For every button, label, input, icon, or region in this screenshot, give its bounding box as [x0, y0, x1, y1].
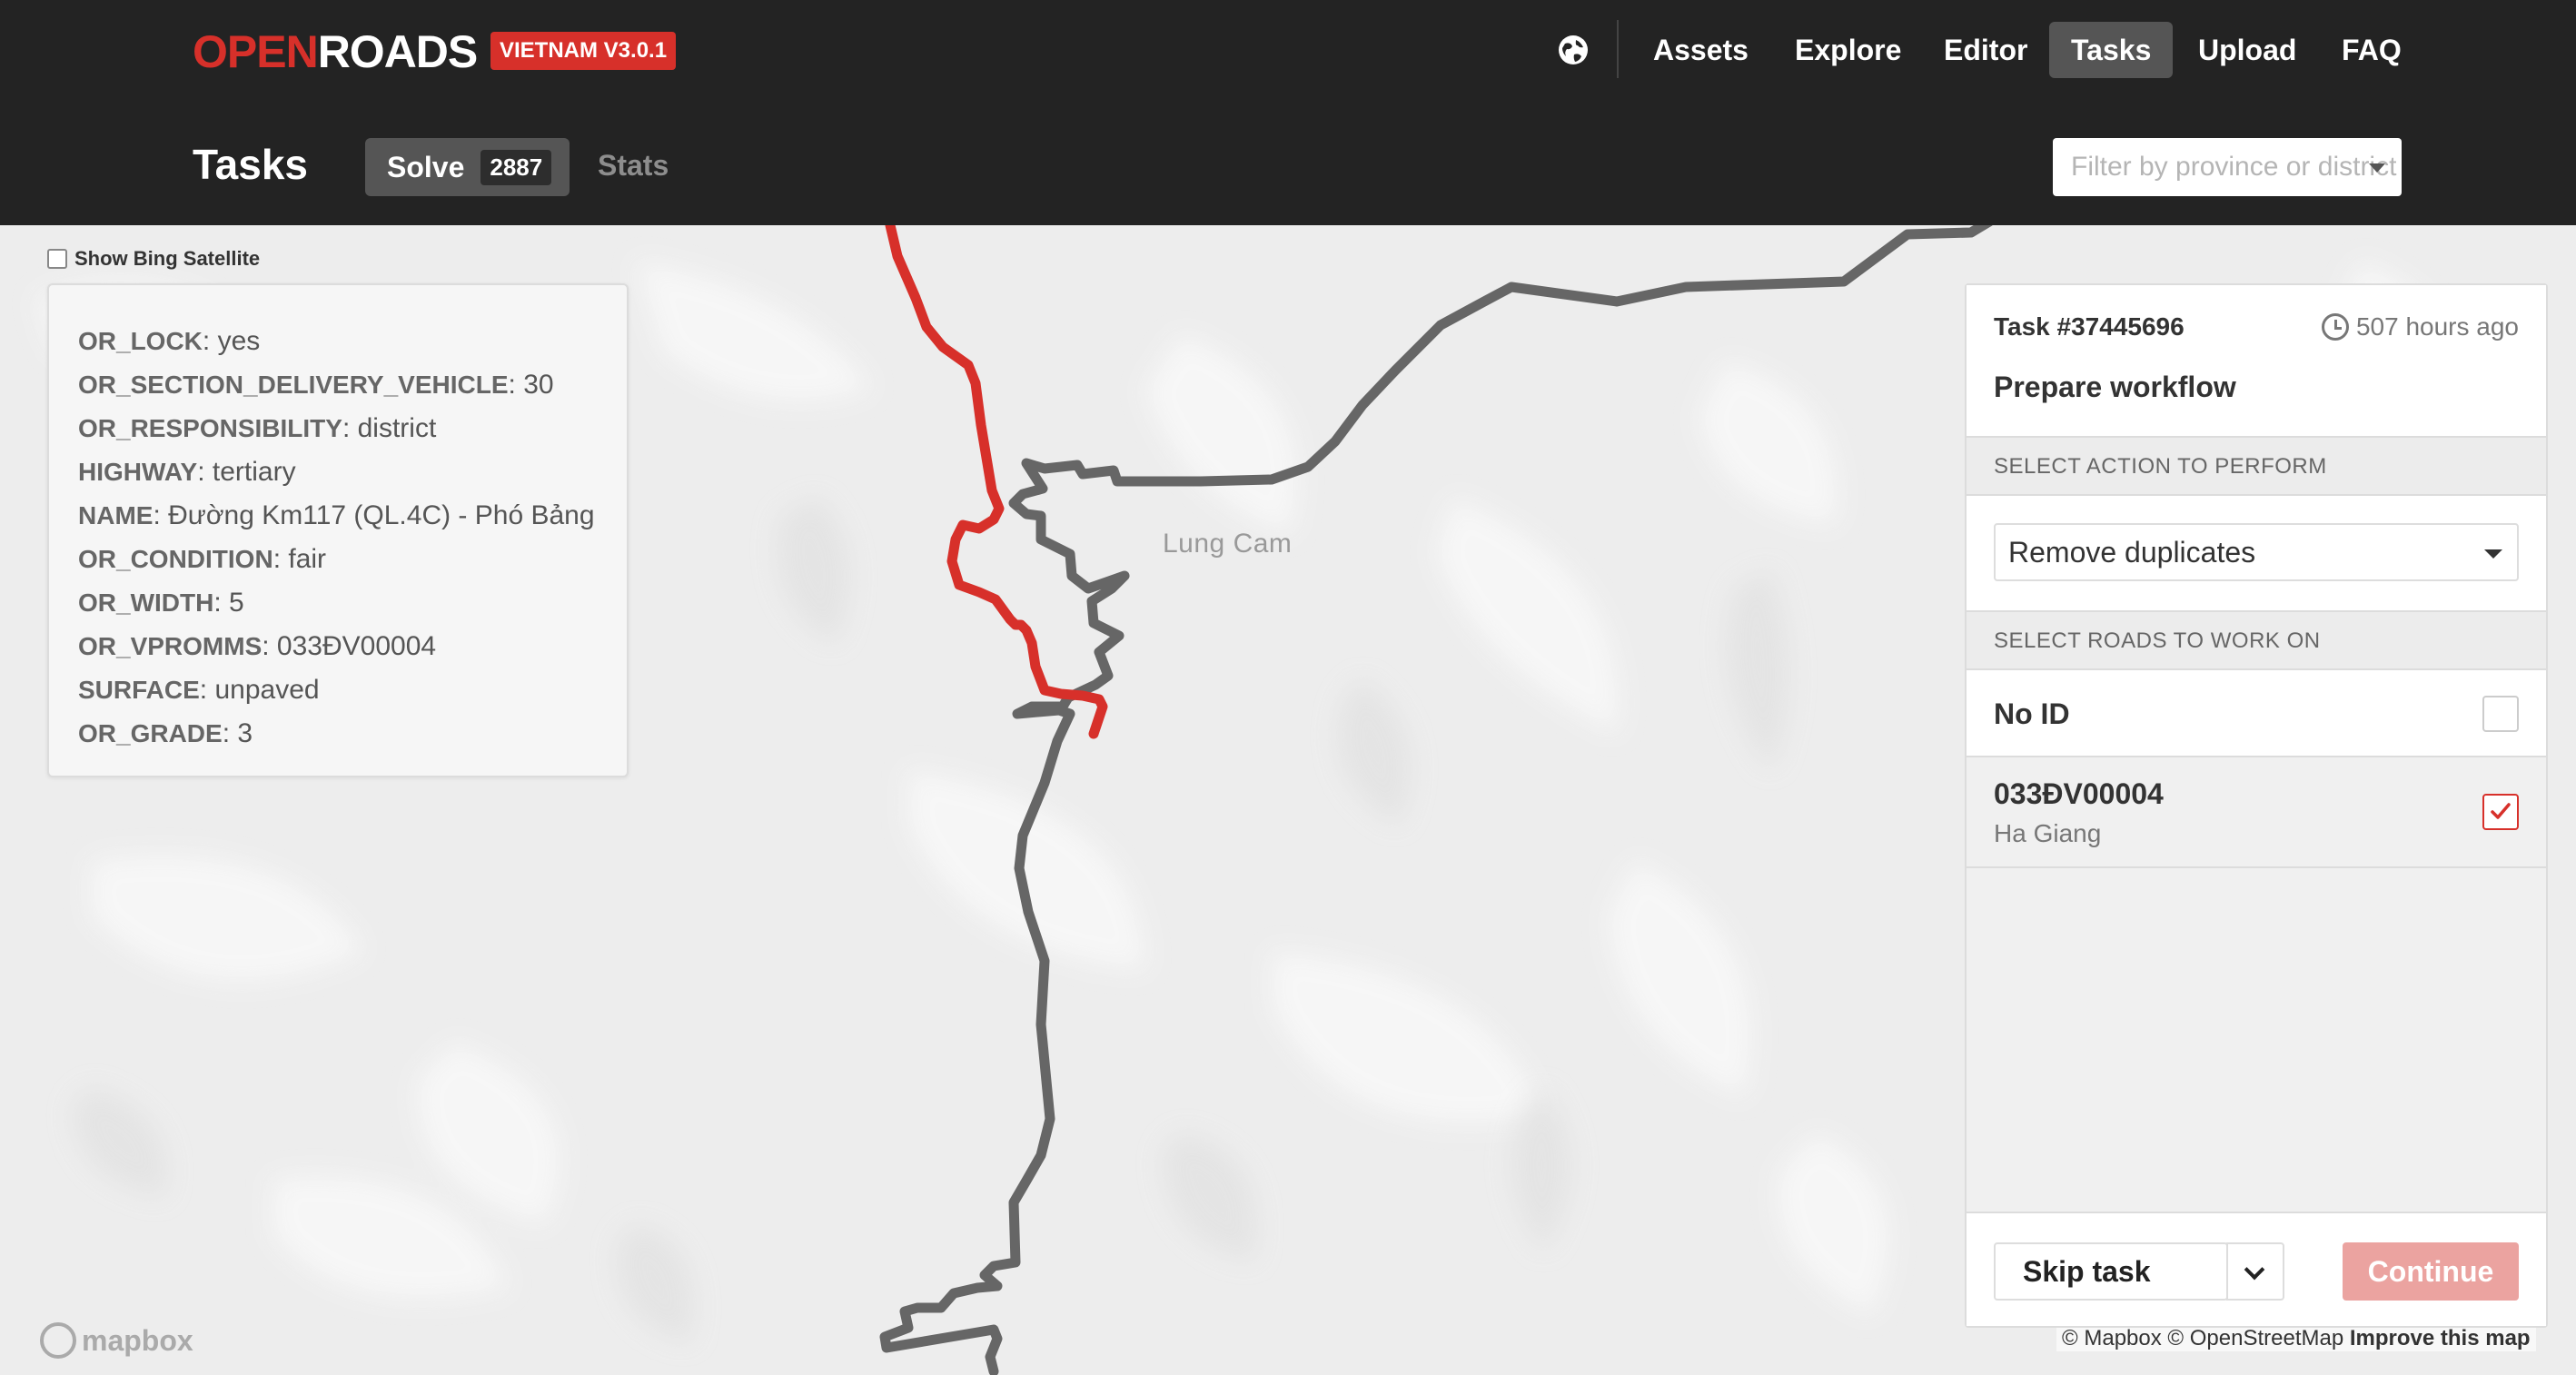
property-row: NAME: Đường Km117 (QL.4C) - Phó Bảng: [78, 500, 595, 530]
property-value: 3: [237, 718, 253, 748]
property-key: OR_VPROMMS: [78, 632, 263, 660]
task-id: Task #37445696: [1994, 312, 2185, 341]
nav-editor[interactable]: Editor: [1922, 22, 2049, 78]
action-select[interactable]: Remove duplicates: [1994, 523, 2519, 581]
skip-options-dropdown[interactable]: [2226, 1242, 2284, 1301]
chevron-down-icon: [2484, 549, 2502, 559]
mapbox-logo-text: mapbox: [82, 1323, 193, 1357]
property-row: HIGHWAY: tertiary: [78, 457, 296, 487]
nav-divider: [1617, 20, 1619, 78]
road-properties-popup: OR_LOCK: yes OR_SECTION_DELIVERY_VEHICLE…: [47, 283, 629, 777]
property-row: OR_LOCK: yes: [78, 326, 261, 356]
road-option-name: No ID: [1994, 697, 2070, 730]
openroads-logo[interactable]: OPEN ROADS: [193, 25, 479, 78]
road-checkbox[interactable]: [2482, 696, 2519, 732]
skip-task-button[interactable]: Skip task: [1994, 1242, 2228, 1301]
property-row: SURFACE: unpaved: [78, 675, 320, 705]
action-area: Remove duplicates: [1967, 496, 2546, 612]
solve-count-badge: 2887: [481, 149, 552, 185]
attribution-text[interactable]: © Mapbox © OpenStreetMap: [2062, 1326, 2343, 1350]
continue-button[interactable]: Continue: [2343, 1242, 2519, 1301]
property-key: OR_SECTION_DELIVERY_VEHICLE: [78, 371, 509, 399]
map-attribution: © Mapbox © OpenStreetMap Improve this ma…: [2056, 1326, 2536, 1351]
place-label: Lung Cam: [1163, 529, 1293, 559]
property-row: OR_SECTION_DELIVERY_VEHICLE: 30: [78, 370, 554, 400]
property-key: OR_WIDTH: [78, 589, 214, 617]
property-value: tertiary: [212, 457, 296, 487]
property-key: OR_CONDITION: [78, 545, 273, 573]
road-option-name: 033ĐV00004: [1994, 777, 2164, 810]
property-key: OR_LOCK: [78, 327, 203, 355]
property-row: OR_VPROMMS: 033ĐV00004: [78, 631, 437, 661]
satellite-toggle-label: Show Bing Satellite: [74, 247, 261, 270]
task-type: Prepare workflow: [1994, 371, 2236, 403]
property-row: OR_RESPONSIBILITY: district: [78, 413, 437, 443]
road-option-033DV00004[interactable]: 033ĐV00004 Ha Giang: [1967, 757, 2546, 868]
property-value: district: [357, 413, 437, 443]
tab-solve[interactable]: Solve 2887: [365, 138, 570, 196]
logo-roads-text: ROADS: [317, 26, 479, 77]
property-row: OR_WIDTH: 5: [78, 588, 244, 618]
page-title: Tasks: [193, 141, 309, 188]
globe-icon[interactable]: [1556, 33, 1590, 67]
task-header: Task #37445696 507 hours ago Prepare wor…: [1967, 285, 2546, 438]
property-row: OR_GRADE: 3: [78, 718, 253, 748]
tab-solve-label: Solve: [387, 150, 465, 183]
nav-assets[interactable]: Assets: [1631, 22, 1770, 78]
property-value: 5: [229, 588, 244, 618]
satellite-toggle[interactable]: Show Bing Satellite: [47, 247, 260, 271]
province-filter-select[interactable]: Filter by province or district: [2053, 138, 2402, 196]
task-age: 507 hours ago: [2321, 312, 2519, 341]
property-value: yes: [217, 326, 261, 356]
property-key: NAME: [78, 501, 154, 529]
tab-stats[interactable]: Stats: [598, 149, 669, 183]
road-checkbox-checked[interactable]: [2482, 794, 2519, 830]
clock-icon: [2321, 313, 2349, 341]
action-section-label: SELECT ACTION TO PERFORM: [1967, 438, 2546, 496]
roads-section-label: SELECT ROADS TO WORK ON: [1967, 612, 2546, 670]
improve-map-link[interactable]: Improve this map: [2350, 1326, 2531, 1350]
satellite-checkbox[interactable]: [47, 249, 67, 269]
nav-faq[interactable]: FAQ: [2320, 22, 2423, 78]
checkmark-icon: [2491, 803, 2511, 819]
task-panel: Task #37445696 507 hours ago Prepare wor…: [1965, 283, 2548, 1328]
property-key: OR_GRADE: [78, 719, 223, 747]
property-key: SURFACE: [78, 676, 200, 704]
nav-explore[interactable]: Explore: [1773, 22, 1923, 78]
task-age-text: 507 hours ago: [2355, 312, 2519, 341]
property-row: OR_CONDITION: fair: [78, 544, 327, 574]
property-key: HIGHWAY: [78, 458, 198, 486]
property-value: fair: [288, 544, 327, 574]
mapbox-logo-icon: [40, 1322, 76, 1359]
top-navigation-bar: OPEN ROADS VIETNAM V3.0.1 Assets Explore …: [0, 0, 2576, 225]
filter-placeholder: Filter by province or district: [2071, 152, 2397, 182]
property-value: 033ĐV00004: [276, 631, 437, 661]
action-select-value: Remove duplicates: [2008, 536, 2256, 569]
mapbox-logo[interactable]: mapbox: [40, 1322, 193, 1359]
version-badge: VIETNAM V3.0.1: [490, 32, 677, 70]
road-option-no-id[interactable]: No ID: [1967, 670, 2546, 757]
property-key: OR_RESPONSIBILITY: [78, 414, 342, 442]
property-value: Đường Km117 (QL.4C) - Phó Bảng: [168, 500, 595, 530]
road-option-province: Ha Giang: [1994, 819, 2102, 847]
nav-upload[interactable]: Upload: [2176, 22, 2318, 78]
property-value: unpaved: [214, 675, 320, 705]
nav-tasks[interactable]: Tasks: [2049, 22, 2174, 78]
chevron-down-icon: [2369, 163, 2385, 173]
logo-open-text: OPEN: [193, 26, 319, 77]
task-actions: Skip task Continue: [1967, 1212, 2546, 1326]
property-value: 30: [523, 370, 554, 400]
